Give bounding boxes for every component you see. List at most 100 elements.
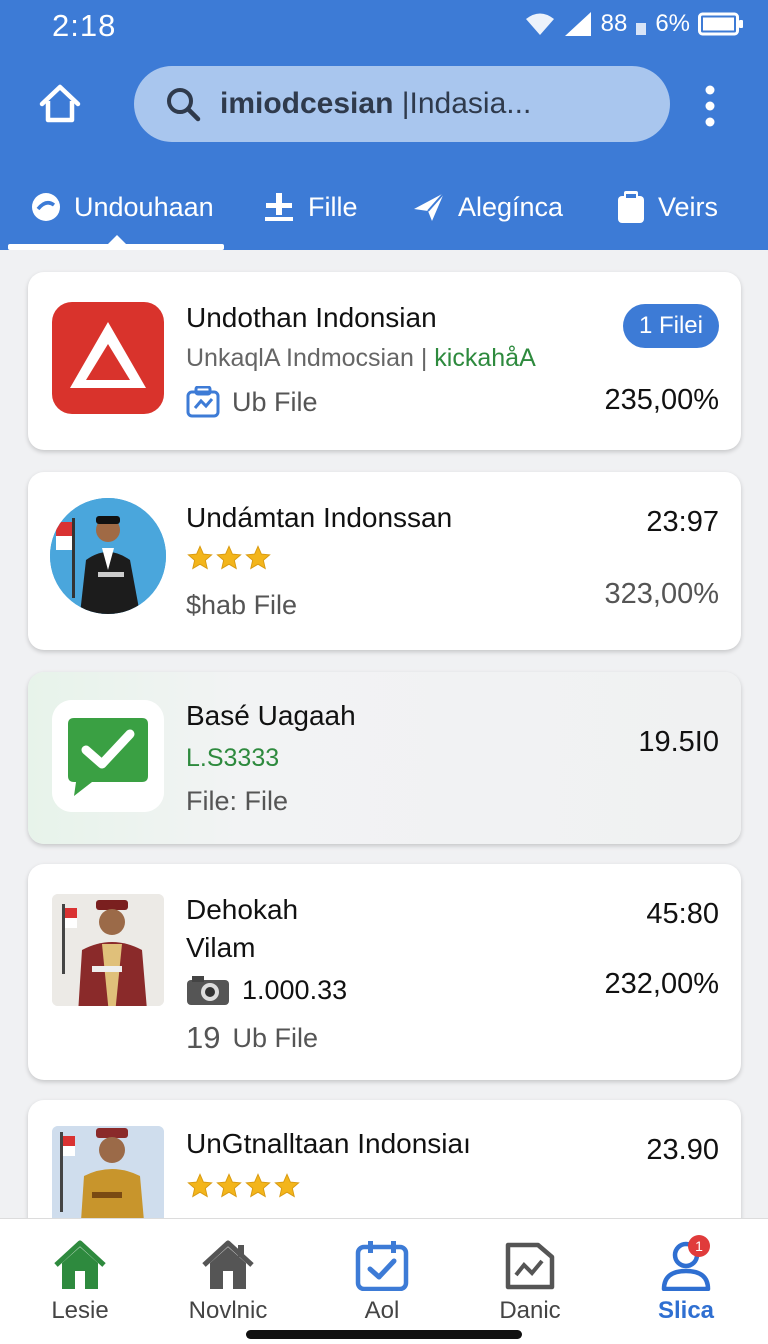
home-button[interactable] [36,80,84,128]
item-title: Basé Uagaah [186,700,356,731]
tab-aleginca[interactable]: Alegínca [412,164,563,250]
more-options-button[interactable] [696,84,724,128]
tab-label: Fille [308,191,358,222]
signal-icon [564,12,591,36]
item-meta-number: 19 [186,1020,221,1055]
item-meta-label: Ub File [232,386,318,417]
item-time: 45:80 [646,898,719,930]
list-item[interactable]: Basé Uagaah L.S3333 File: File 19.5I0 [28,672,741,844]
nav-label: Lesie [51,1297,109,1324]
item-title: Undothan Indonsian [186,302,437,333]
item-title-line2: Vilam [186,932,256,963]
item-subtitle-green: L.S3333 [186,744,280,772]
item-subtitle: UnkaqlA Indmocsian | kickahåA [186,344,536,373]
camera-icon [187,976,229,1005]
download-icon [32,193,60,221]
search-input[interactable]: imiodcesian |Indasia... [220,87,531,121]
status-bar: 2:18 88 6% [0,0,768,52]
item-meta: $hab File [186,590,297,621]
list-item[interactable]: Undámtan Indonssan $hab File 23:97 323,0… [28,472,741,650]
network-label: 88 [600,10,628,37]
home-outline-icon [39,84,81,123]
item-value: 23.90 [646,1134,719,1166]
item-percent: 235,00% [604,384,720,416]
battery-icon [698,12,743,36]
star-icon [216,1173,242,1198]
nav-label: Danic [499,1297,561,1324]
battery-percent: 6% [655,10,690,37]
profile-icon-wrap: 1 [658,1235,714,1292]
thumbnail [52,894,164,1006]
item-title-line1: Dehokah [186,894,299,925]
item-camera-row: 1.000.33 [186,974,347,1006]
nav-item-novlnic[interactable]: Novlnic [168,1239,288,1325]
item-meta-label: Ub File [232,1022,319,1053]
file-count-badge: 1 Filei [622,304,719,348]
tab-veirs[interactable]: Veirs [616,164,718,250]
item-percent: 232,00% [604,968,720,1000]
item-value: 19.5I0 [638,726,719,758]
home-icon [54,1240,106,1289]
document-icon [505,1242,555,1290]
search-icon [167,88,201,122]
thumbnail [52,1126,164,1218]
item-meta: 19 Ub File [186,1020,318,1056]
tab-bar: Undouhaan Fille Alegínca Veirs [0,164,768,250]
item-meta: Ub File [186,386,318,418]
notification-badge: 1 [688,1235,710,1257]
tab-label: Undouhaan [74,191,214,222]
more-vertical-icon [705,85,715,127]
nav-item-slica[interactable]: 1 Slica [626,1235,746,1325]
chat-check-icon [52,700,164,812]
file-icon [265,193,293,221]
nav-item-lesie[interactable]: Lesie [20,1239,140,1325]
folder-icon [618,191,644,223]
item-percent: 323,00% [604,578,720,610]
item-title: UnGtnalltaan Indonsiaı [186,1128,471,1159]
triangle-logo-icon [70,322,146,388]
send-icon [414,192,445,221]
top-bar: imiodcesian |Indasia... [0,62,768,146]
person-in-traditional-dress-icon [52,894,164,1006]
star-icon [245,545,271,570]
house-icon [202,1240,254,1289]
list-item[interactable]: Undothan Indonsian UnkaqlA Indmocsian | … [28,272,741,450]
item-subtitle-green: kickahåA [427,344,536,372]
signal-small-icon [636,23,647,35]
item-meta: File: File [186,786,288,817]
download-list: Undothan Indonsian UnkaqlA Indmocsian | … [0,250,768,1218]
search-bar[interactable]: imiodcesian |Indasia... [134,66,670,142]
nav-item-aol[interactable]: Aol [322,1239,442,1325]
item-meta-label: $hab File [186,590,298,620]
item-meta-label: File: File [186,786,289,816]
person-with-flag-icon [50,498,166,614]
star-icon [274,1173,300,1198]
list-item[interactable]: UnGtnalltaan Indonsiaı 23.90 [28,1100,741,1218]
star-icon [245,1173,271,1198]
search-query-rest: |Indasia... [393,87,532,120]
person-in-gold-dress-icon [52,1126,164,1218]
rating-stars [186,1172,301,1200]
star-icon [187,1173,213,1198]
star-icon [216,545,242,570]
rating-stars [186,544,272,572]
app-icon [52,700,164,812]
nav-item-danic[interactable]: Danic [470,1239,590,1325]
active-tab-caret [108,235,126,244]
item-time: 23:97 [646,506,719,538]
avatar [50,498,166,614]
nav-label: Slica [657,1297,715,1324]
star-icon [187,545,213,570]
nav-label: Aol [364,1297,400,1324]
app-header: 2:18 88 6% imiodcesian |Indasia... Undou… [0,0,768,250]
home-indicator [246,1330,522,1339]
tab-fille[interactable]: Fille [262,164,358,250]
status-time: 2:18 [52,8,117,43]
bottom-navigation: Lesie Novlnic Aol Danic 1 Slica [0,1218,768,1344]
nav-label: Novlnic [188,1297,268,1324]
sync-icon [186,386,220,418]
status-icons: 88 6% [525,10,744,38]
calendar-check-icon [355,1241,409,1291]
camera-value: 1.000.33 [242,974,348,1005]
list-item[interactable]: Dehokah Vilam 1.000.33 19 Ub File 45:80 … [28,864,741,1080]
